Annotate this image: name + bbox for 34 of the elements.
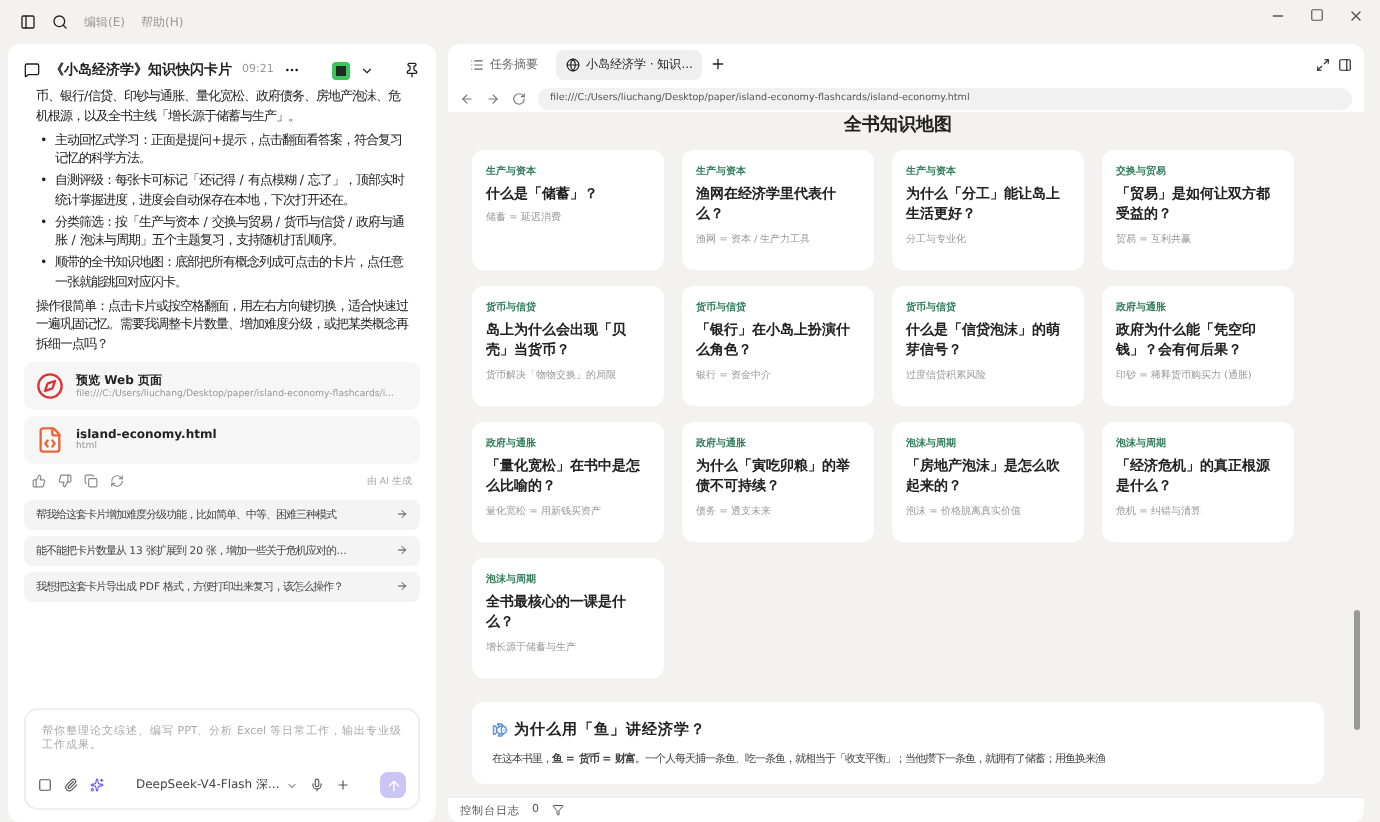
refresh-icon[interactable] [110,473,124,488]
maximize-icon[interactable] [1310,8,1324,22]
chevron-down-icon [285,779,298,791]
panel-icon[interactable] [1338,57,1352,71]
thumbs-up-icon[interactable] [32,473,46,488]
close-icon[interactable] [1348,8,1364,24]
forward-icon[interactable] [486,91,500,105]
attach-icon[interactable] [64,778,78,792]
pin-icon[interactable] [404,62,420,78]
back-icon[interactable] [460,91,474,105]
file-icon [36,425,64,454]
thumbs-down-icon[interactable] [58,473,72,488]
microphone-icon[interactable] [309,778,324,792]
chevron-down-icon[interactable] [360,63,374,77]
filter-icon[interactable] [551,804,563,816]
tools-icon[interactable] [90,778,104,792]
list-icon [470,57,484,71]
compass-icon [36,371,64,400]
arrow-right-icon [396,544,408,557]
arrow-up-icon [385,777,401,793]
page-heading: 全书知识地图 [842,112,954,136]
fish-icon [492,722,508,738]
new-tab-icon[interactable] [710,56,727,72]
plus-icon[interactable] [335,778,350,792]
sidebar-toggle-icon[interactable] [20,14,36,30]
arrow-right-icon [396,508,408,521]
copy-icon[interactable] [84,473,98,488]
globe-icon [566,57,580,71]
arrow-right-icon [396,580,408,593]
expand-icon[interactable] [1316,57,1330,71]
chat-icon [24,62,40,78]
search-icon[interactable] [52,14,68,30]
reload-icon[interactable] [512,91,526,105]
terminal-icon[interactable] [332,61,350,79]
